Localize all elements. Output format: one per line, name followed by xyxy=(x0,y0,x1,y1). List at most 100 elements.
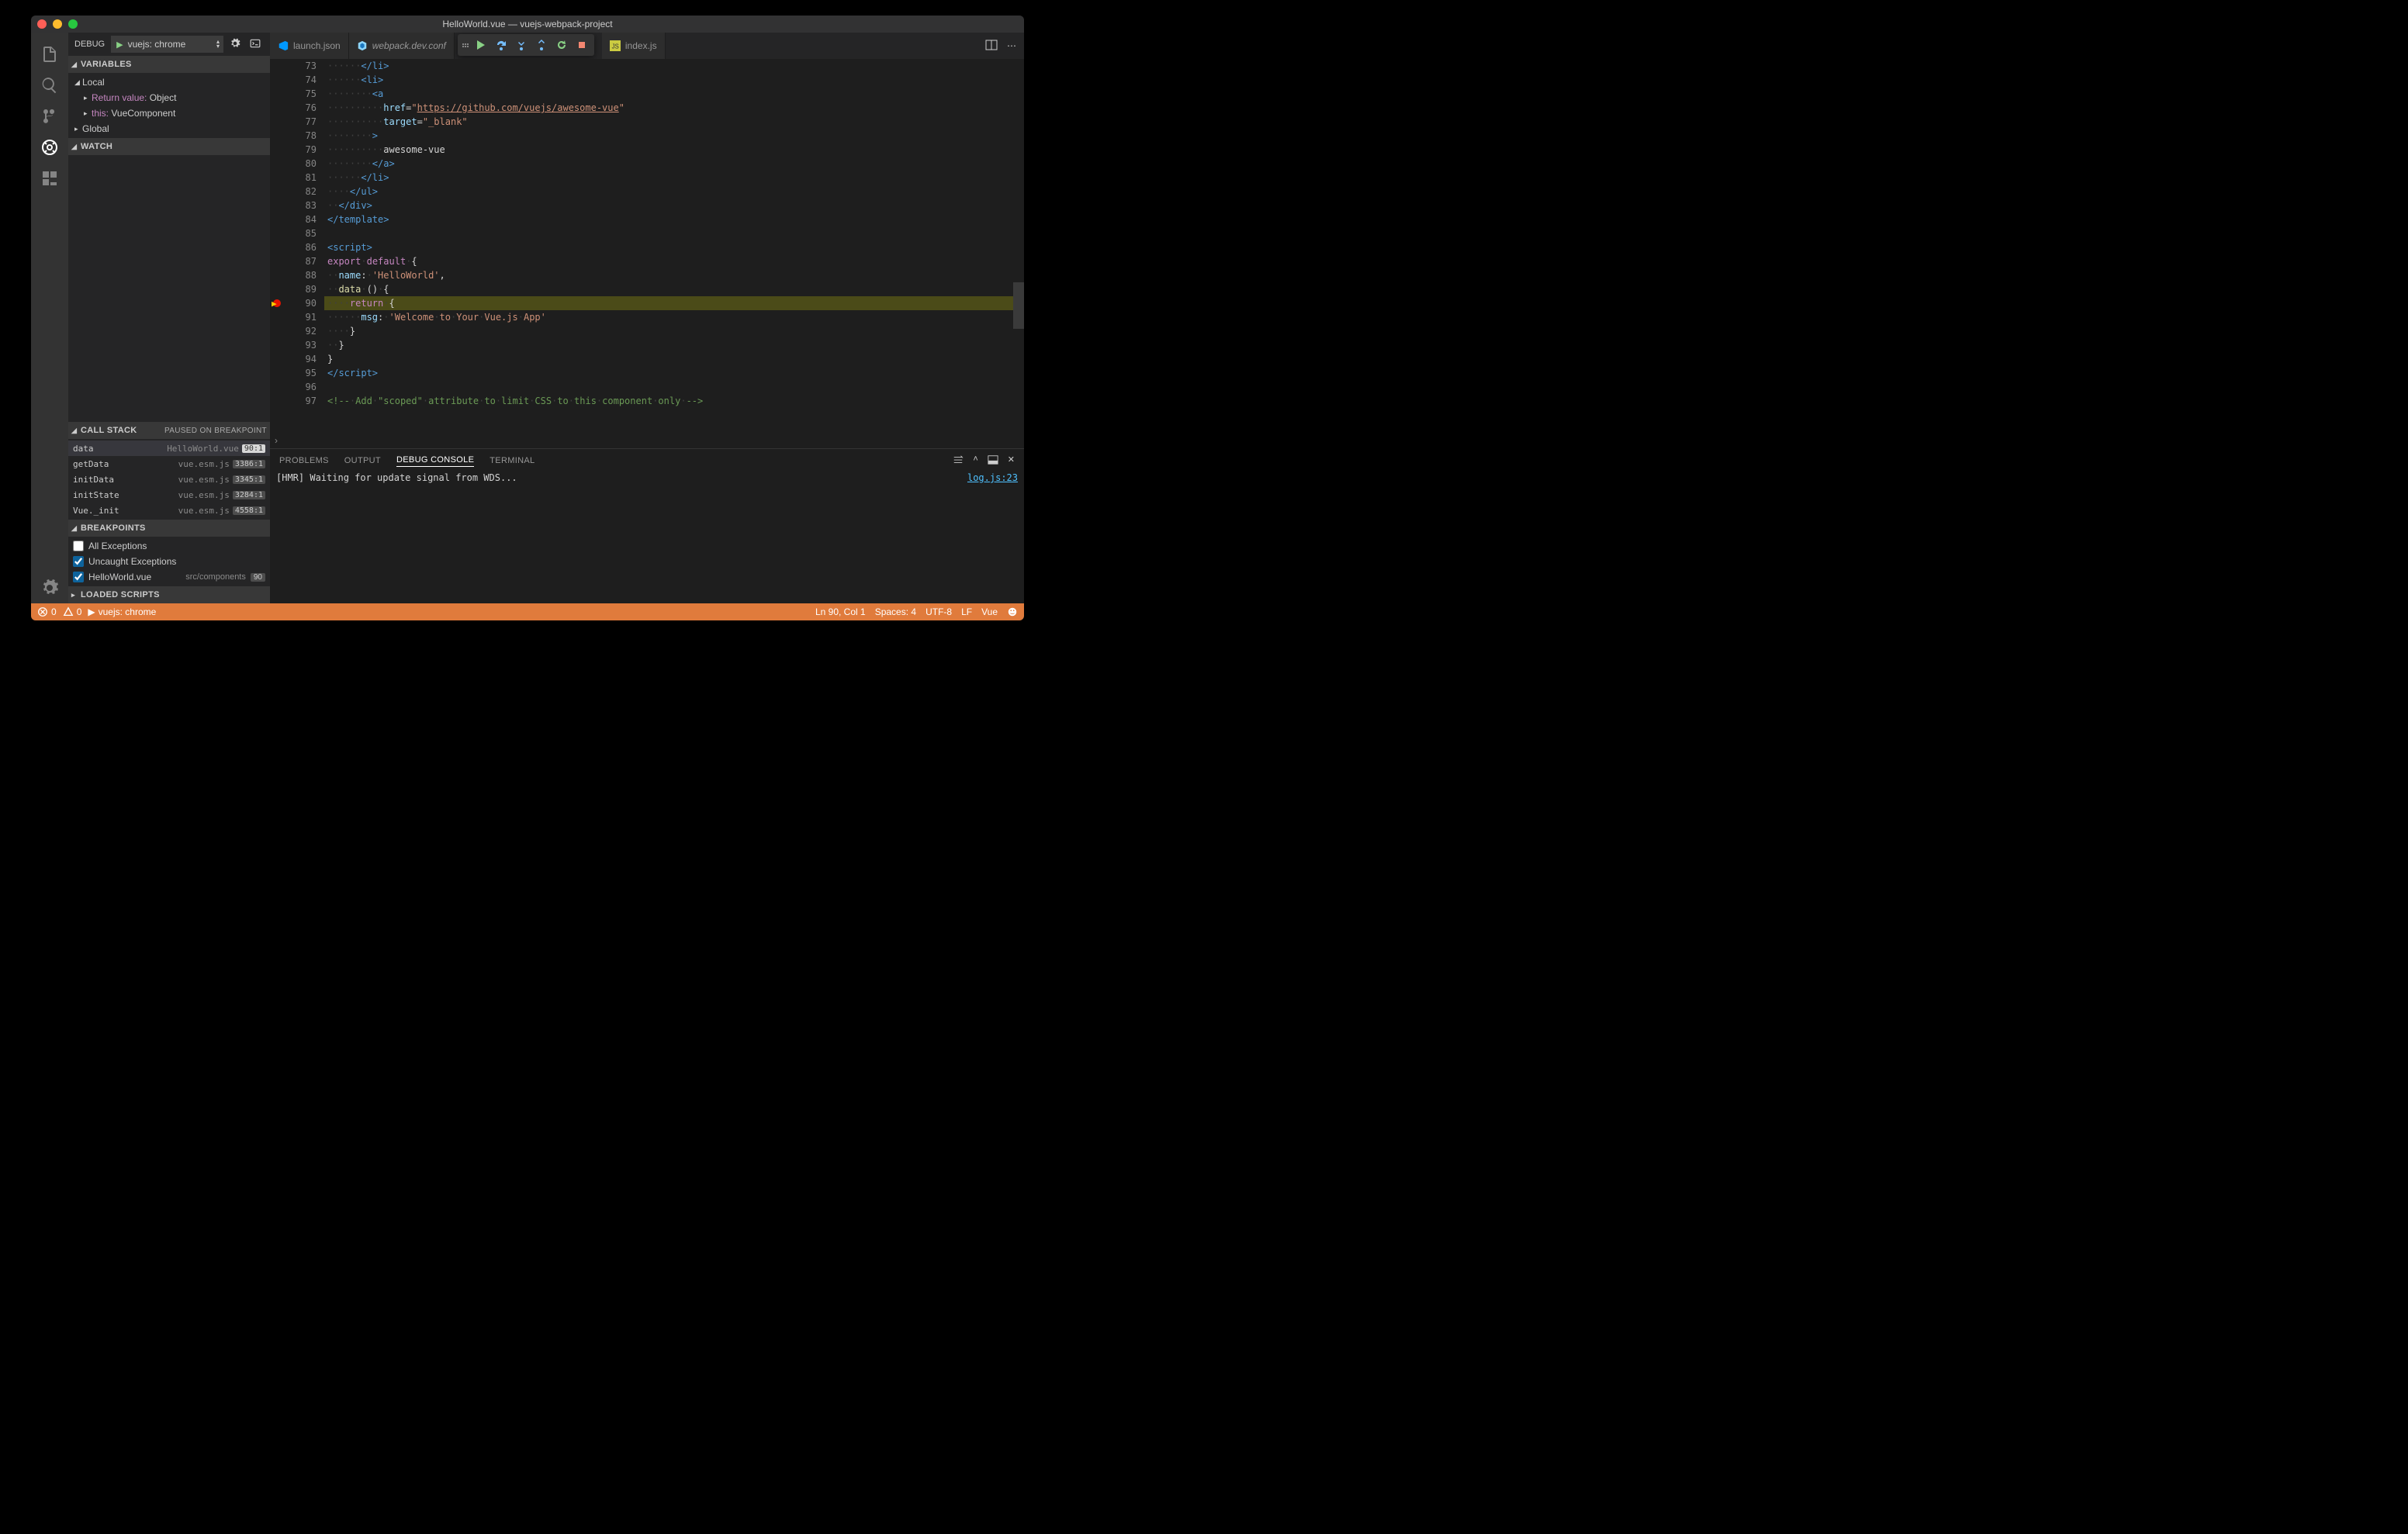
activity-explorer[interactable] xyxy=(31,39,68,70)
code-line[interactable]: ······<li> xyxy=(324,73,1024,87)
callstack-frame[interactable]: Vue._initvue.esm.js4558:1 xyxy=(68,503,270,518)
activity-search[interactable] xyxy=(31,70,68,101)
minimap[interactable] xyxy=(1013,59,1024,431)
window-close-button[interactable] xyxy=(37,19,47,29)
window-maximize-button[interactable] xyxy=(68,19,78,29)
debug-step-into-button[interactable] xyxy=(512,36,531,54)
code-line[interactable]: ········<a xyxy=(324,87,1024,101)
more-actions-button[interactable]: ⋯ xyxy=(1007,40,1016,51)
variables-section-header[interactable]: ◢ VARIABLES xyxy=(68,56,270,73)
status-feedback[interactable] xyxy=(1007,606,1018,617)
debug-console-output[interactable]: log.js:23 [HMR] Waiting for update signa… xyxy=(270,472,1024,603)
activity-extensions[interactable] xyxy=(31,163,68,194)
debug-step-out-button[interactable] xyxy=(532,36,551,54)
debug-config-select[interactable]: ▶ vuejs: chrome ▴▾ xyxy=(111,36,223,53)
variables-scope-local[interactable]: ◢ Local xyxy=(68,74,270,90)
breakpoint-file[interactable]: HelloWorld.vue src/components 90 xyxy=(68,569,270,585)
variable-return-value[interactable]: ▸ Return value: Object xyxy=(68,90,270,105)
code-line[interactable]: ··data·()·{ xyxy=(324,282,1024,296)
code-content[interactable]: ······</li>······<li>········<a·········… xyxy=(324,59,1024,431)
checkbox-all-exceptions[interactable] xyxy=(73,541,84,551)
status-language[interactable]: Vue xyxy=(981,606,998,617)
window-minimize-button[interactable] xyxy=(53,19,62,29)
play-icon: ▶ xyxy=(116,40,123,50)
checkbox-uncaught-exceptions[interactable] xyxy=(73,556,84,567)
status-eol[interactable]: LF xyxy=(961,606,972,617)
breakpoints-section-header[interactable]: ◢ BREAKPOINTS xyxy=(68,520,270,537)
tab-index-js[interactable]: JS index.js xyxy=(602,33,666,59)
code-line[interactable]: ········</a> xyxy=(324,157,1024,171)
code-line[interactable]: ··········href="https://github.com/vuejs… xyxy=(324,101,1024,115)
loaded-scripts-section-header[interactable]: ▸ LOADED SCRIPTS xyxy=(68,586,270,603)
variable-this[interactable]: ▸ this: VueComponent xyxy=(68,105,270,121)
code-line[interactable]: export·default·{ xyxy=(324,254,1024,268)
code-line[interactable] xyxy=(324,226,1024,240)
activity-debug[interactable] xyxy=(31,132,68,163)
activity-scm[interactable] xyxy=(31,101,68,132)
debug-stop-button[interactable] xyxy=(573,36,591,54)
code-line[interactable]: ······msg:·'Welcome·to·Your·Vue.js·App' xyxy=(324,310,1024,324)
debug-toolbar xyxy=(458,34,594,56)
step-into-icon xyxy=(515,39,528,51)
minimap-viewport[interactable] xyxy=(1013,282,1024,329)
clear-console-button[interactable] xyxy=(953,454,964,468)
callstack-frame[interactable]: dataHelloWorld.vue90:1 xyxy=(68,441,270,456)
code-editor[interactable]: ▶ 73747576777879808182838485868788899091… xyxy=(270,59,1024,431)
status-debug-launch[interactable]: ▶ vuejs: chrome xyxy=(88,606,156,617)
debug-settings-button[interactable] xyxy=(227,38,244,51)
split-editor-button[interactable] xyxy=(985,39,998,54)
panel-tab-problems[interactable]: PROBLEMS xyxy=(279,456,329,465)
breakpoint-all-exceptions[interactable]: All Exceptions xyxy=(68,538,270,554)
code-line[interactable]: ········> xyxy=(324,129,1024,143)
code-line[interactable]: ····return·{ xyxy=(324,296,1024,310)
log-source-link[interactable]: log.js:23 xyxy=(967,472,1018,483)
watch-section-header[interactable]: ◢ WATCH xyxy=(68,138,270,155)
status-cursor-position[interactable]: Ln 90, Col 1 xyxy=(815,606,866,617)
panel-tab-output[interactable]: OUTPUT xyxy=(344,456,381,465)
activity-settings[interactable] xyxy=(31,572,68,603)
debug-icon xyxy=(40,138,59,157)
debug-console-button[interactable] xyxy=(247,38,264,51)
breakpoint-uncaught-exceptions[interactable]: Uncaught Exceptions xyxy=(68,554,270,569)
debug-toolbar-handle[interactable] xyxy=(461,43,470,47)
code-line[interactable] xyxy=(324,380,1024,394)
code-line[interactable]: } xyxy=(324,352,1024,366)
tab-launch-json[interactable]: launch.json xyxy=(270,33,349,59)
breadcrumb-expand[interactable]: › xyxy=(270,435,282,446)
bp-line-number: 90 xyxy=(251,573,265,582)
code-line[interactable]: <!--·Add·"scoped"·attribute·to·limit·CSS… xyxy=(324,394,1024,408)
code-line[interactable]: </template> xyxy=(324,212,1024,226)
tab-webpack-dev-conf[interactable]: webpack.dev.conf xyxy=(349,33,455,59)
code-line[interactable]: <script> xyxy=(324,240,1024,254)
status-encoding[interactable]: UTF-8 xyxy=(925,606,952,617)
code-line[interactable]: ··} xyxy=(324,338,1024,352)
code-line[interactable]: ··</div> xyxy=(324,199,1024,212)
panel-maximize-button[interactable] xyxy=(988,454,998,468)
panel-tab-terminal[interactable]: TERMINAL xyxy=(490,456,535,465)
layout-icon xyxy=(988,454,998,465)
code-line[interactable]: ··········target="_blank" xyxy=(324,115,1024,129)
status-errors[interactable]: 0 xyxy=(37,606,57,617)
callstack-frame[interactable]: initStatevue.esm.js3284:1 xyxy=(68,487,270,503)
status-indentation[interactable]: Spaces: 4 xyxy=(875,606,916,617)
debug-continue-button[interactable] xyxy=(472,36,490,54)
panel-close-button[interactable]: ✕ xyxy=(1008,454,1015,468)
code-line[interactable]: ····} xyxy=(324,324,1024,338)
debug-step-over-button[interactable] xyxy=(492,36,510,54)
code-line[interactable]: </script> xyxy=(324,366,1024,380)
files-icon xyxy=(40,45,59,64)
code-line[interactable]: ··········awesome-vue xyxy=(324,143,1024,157)
callstack-frame[interactable]: initDatavue.esm.js3345:1 xyxy=(68,472,270,487)
panel-collapse-button[interactable]: ˄ xyxy=(973,454,977,468)
panel-tab-debug-console[interactable]: DEBUG CONSOLE xyxy=(396,455,474,467)
callstack-frame[interactable]: getDatavue.esm.js3386:1 xyxy=(68,456,270,472)
debug-restart-button[interactable] xyxy=(552,36,571,54)
checkbox-file-breakpoint[interactable] xyxy=(73,572,84,582)
code-line[interactable]: ······</li> xyxy=(324,171,1024,185)
status-warnings[interactable]: 0 xyxy=(63,606,82,617)
code-line[interactable]: ····</ul> xyxy=(324,185,1024,199)
variables-scope-global[interactable]: ▸ Global xyxy=(68,121,270,136)
callstack-section-header[interactable]: ◢ CALL STACK PAUSED ON BREAKPOINT xyxy=(68,422,270,439)
code-line[interactable]: ······</li> xyxy=(324,59,1024,73)
code-line[interactable]: ··name:·'HelloWorld', xyxy=(324,268,1024,282)
